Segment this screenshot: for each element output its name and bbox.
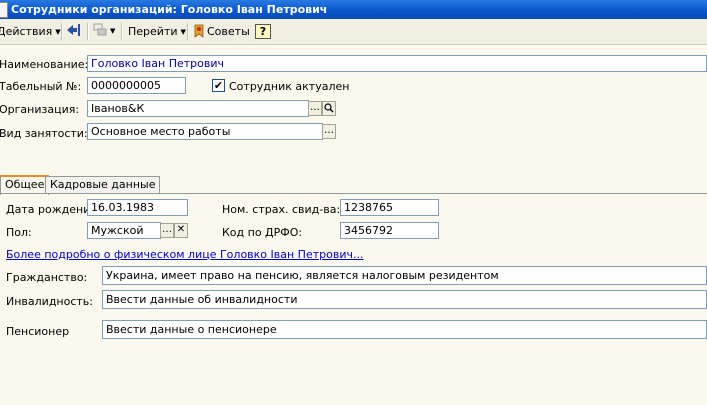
name-input[interactable]: Головко Іван Петрович [87, 55, 707, 72]
goto-menu-label: Перейти [128, 25, 178, 38]
tab-number-input[interactable]: 0000000005 [87, 77, 186, 94]
help-icon[interactable]: ? [255, 24, 271, 39]
window-title: Сотрудники организаций: Головко Іван Пет… [11, 3, 328, 16]
tips-button[interactable]: Советы [192, 23, 250, 40]
actions-dropdown-icon: ▼ [55, 28, 61, 36]
gender-label: Пол: [6, 226, 32, 239]
toolbar-separator [121, 23, 123, 40]
pensioner-input[interactable]: Ввести данные о пенсионере [102, 320, 707, 339]
structure-icon[interactable] [91, 23, 109, 40]
employee-active-checkbox[interactable]: ✔ [212, 79, 225, 92]
tab-general[interactable]: Общее [0, 175, 50, 195]
pensioner-label: Пенсионер [6, 325, 70, 338]
goto-dropdown-icon: ▼ [180, 28, 186, 36]
tips-label: Советы [207, 25, 250, 38]
employment-type-label: Вид занятости: [0, 127, 88, 140]
citizenship-label: Гражданство: [6, 271, 88, 284]
gender-select-button[interactable]: … [160, 223, 174, 238]
tab-divider [0, 193, 707, 194]
insurance-number-input[interactable]: 1238765 [340, 199, 439, 216]
employment-type-input[interactable]: Основное место работы [87, 123, 323, 140]
actions-menu-label: Действия [0, 25, 53, 38]
toolbar-separator [187, 23, 189, 40]
gender-input[interactable]: Мужской [87, 222, 161, 239]
structure-dropdown-icon[interactable]: ▼ [110, 23, 115, 40]
birth-date-input[interactable]: 16.03.1983 [87, 199, 188, 216]
gender-clear-icon[interactable]: ✕ [174, 223, 188, 238]
tab-number-label: Табельный №: [0, 80, 82, 93]
drfo-code-label: Код по ДРФО: [222, 226, 303, 239]
person-details-link[interactable]: Более подробно о физическом лице Головко… [6, 248, 363, 261]
tab-personnel-data[interactable]: Кадровые данные [45, 176, 161, 194]
employee-active-label: Сотрудник актуален [229, 80, 350, 93]
citizenship-input[interactable]: Украина, имеет право на пенсию, является… [102, 266, 707, 285]
organization-select-button[interactable]: … [308, 101, 322, 116]
disability-input[interactable]: Ввести данные об инвалидности [102, 290, 707, 309]
actions-menu-button[interactable]: Действия ▼ [0, 23, 61, 40]
insurance-number-label: Ном. страх. свид-ва: [222, 203, 341, 216]
name-label: Наименование: [0, 58, 89, 71]
toolbar-separator [87, 23, 89, 40]
tips-icon [194, 24, 204, 38]
toolbar: Действия ▼ ▼ Перейти ▼ Советы ? [0, 19, 707, 45]
disability-label: Инвалидность: [6, 295, 93, 308]
window-app-icon [0, 2, 8, 18]
organization-input[interactable]: Іванов&К [87, 100, 309, 117]
drfo-code-input[interactable]: 3456792 [340, 222, 439, 239]
goto-menu-button[interactable]: Перейти ▼ [128, 23, 186, 40]
employment-type-select-button[interactable]: … [322, 124, 336, 139]
window-titlebar: Сотрудники организаций: Головко Іван Пет… [0, 0, 707, 19]
organization-search-icon[interactable] [322, 101, 336, 116]
go-back-icon[interactable] [65, 23, 83, 40]
organization-label: Организация: [0, 103, 80, 116]
toolbar-separator [61, 23, 63, 40]
